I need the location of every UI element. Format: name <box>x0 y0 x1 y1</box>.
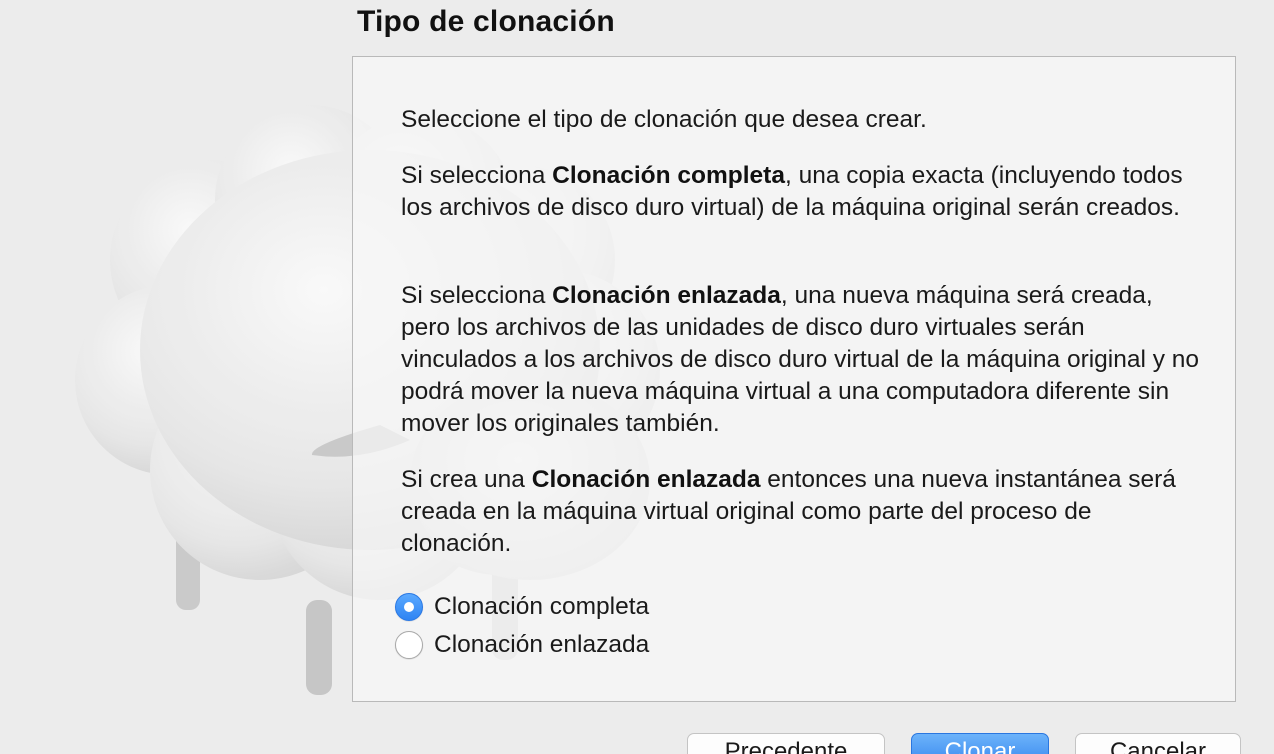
clone-button[interactable]: Clonar <box>911 733 1049 754</box>
radio-linked-clone[interactable]: Clonación enlazada <box>395 631 649 659</box>
linked-clone-description: Si selecciona Clonación enlazada, una nu… <box>401 282 1200 437</box>
radio-label-full-clone: Clonación completa <box>434 593 650 620</box>
snapshot-description: Si crea una Clonación enlazada entonces … <box>401 466 1176 557</box>
cancel-button[interactable]: Cancelar <box>1075 733 1241 754</box>
full-clone-description: Si selecciona Clonación completa, una co… <box>401 162 1183 221</box>
clone-type-panel: Seleccione el tipo de clonación que dese… <box>352 56 1236 702</box>
previous-button[interactable]: Precedente <box>687 733 885 754</box>
radio-full-clone[interactable]: Clonación completa <box>395 593 649 621</box>
radio-button-unselected[interactable] <box>395 631 423 659</box>
radio-label-linked-clone: Clonación enlazada <box>434 631 650 658</box>
radio-button-selected[interactable] <box>395 593 423 621</box>
page-title: Tipo de clonación <box>357 5 615 38</box>
intro-text: Seleccione el tipo de clonación que dese… <box>401 106 927 133</box>
